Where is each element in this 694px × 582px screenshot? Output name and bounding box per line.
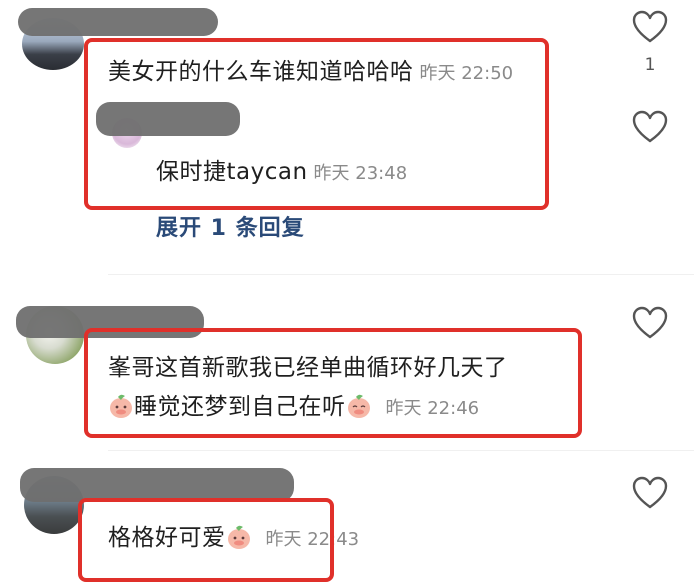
username-redacted[interactable] (16, 306, 204, 338)
heart-outline-icon[interactable] (632, 476, 668, 510)
comment-timestamp: 昨天 22:46 (385, 398, 480, 419)
comment-text-line-2: 睡觉还梦到自己在听 昨天 22:46 (108, 387, 479, 421)
highlight-box (84, 328, 582, 438)
comment-body: 格格好可爱 (108, 525, 226, 551)
comment-timestamp: 昨天 22:50 (419, 63, 514, 84)
heart-outline-icon[interactable] (632, 10, 668, 44)
comment-text-line-1: 峯哥这首新歌我已经单曲循环好几天了 (108, 355, 508, 381)
peach-emoji-icon (347, 394, 370, 418)
heart-outline-icon[interactable] (632, 110, 668, 144)
reply-text: 保时捷taycan 昨天 23:48 (156, 152, 407, 186)
username-redacted[interactable] (18, 8, 218, 36)
comment-text: 格格好可爱 昨天 22:43 (108, 518, 359, 552)
comment-text: 美女开的什么车谁知道哈哈哈 昨天 22:50 (108, 52, 513, 86)
reply-timestamp: 昨天 23:48 (313, 163, 408, 184)
expand-replies-button[interactable]: 展开 1 条回复 (156, 210, 305, 242)
divider (108, 274, 694, 275)
divider (108, 450, 694, 451)
peach-emoji-icon (110, 394, 132, 418)
comment-body: 美女开的什么车谁知道哈哈哈 (108, 59, 414, 85)
like-count: 1 (644, 55, 656, 75)
reply-body: 保时捷taycan (156, 159, 308, 185)
peach-emoji-icon (227, 525, 250, 549)
heart-outline-icon[interactable] (632, 306, 668, 340)
comment-body: 睡觉还梦到自己在听 (134, 394, 346, 420)
reply-username-redacted[interactable] (96, 102, 240, 136)
comment-timestamp: 昨天 22:43 (265, 529, 360, 550)
username-redacted[interactable] (20, 468, 294, 502)
